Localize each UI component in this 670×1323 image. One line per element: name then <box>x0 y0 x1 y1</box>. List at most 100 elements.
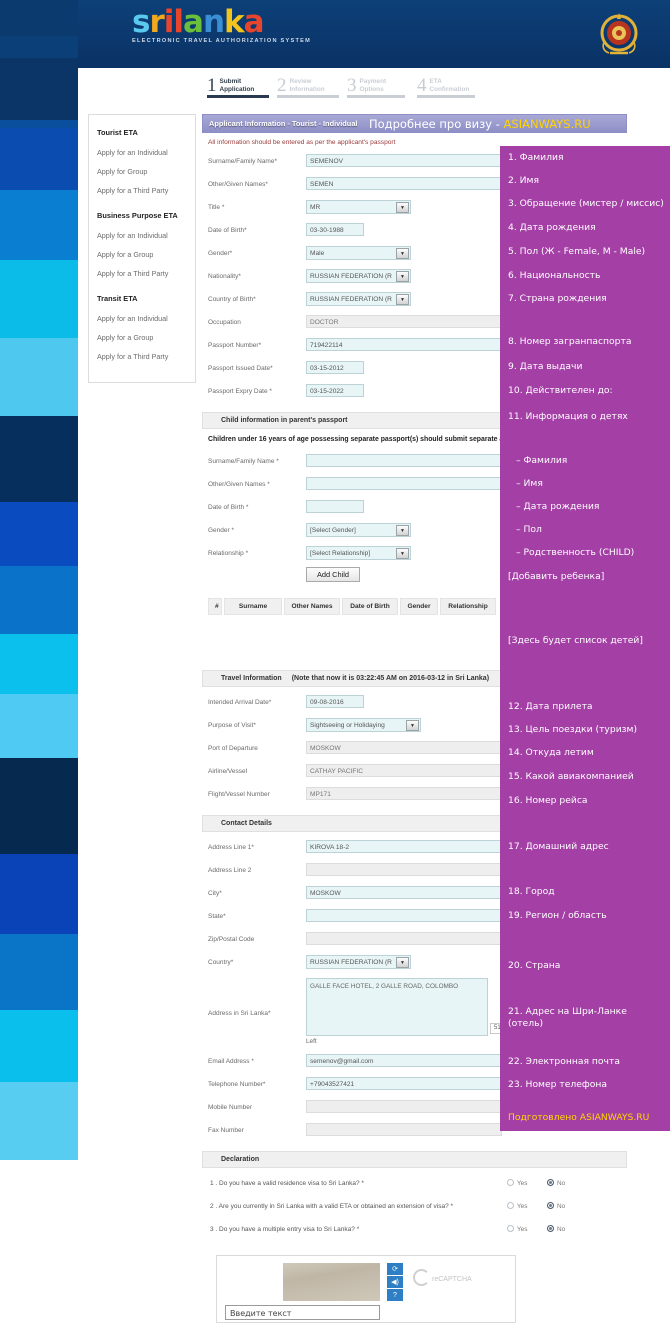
declaration-question: 3 . Do you have a multiple entry visa to… <box>210 1226 360 1233</box>
field-select[interactable]: [Select Relationship] ▼ <box>306 546 411 560</box>
field-input[interactable]: 03-15-2012 <box>306 361 364 374</box>
radio-yes[interactable]: Yes <box>507 1202 527 1210</box>
ru-banner-link[interactable]: Подробнее про визу - ASIANWAYS.RU <box>369 117 591 131</box>
add-child-button[interactable]: Add Child <box>306 567 360 582</box>
ru-annotation-item: 8. Номер загранпаспорта <box>508 336 632 347</box>
ru-annotation-item: [Здесь будет список детей] <box>508 635 643 646</box>
sidebar-link[interactable]: Apply for a Group <box>89 328 195 347</box>
field-input[interactable] <box>306 454 502 467</box>
ru-annotation-item: 17. Домашний адрес <box>508 841 609 852</box>
chevron-down-icon[interactable]: ▼ <box>396 525 409 536</box>
radio-no[interactable]: No <box>547 1202 565 1210</box>
recaptcha-ring-icon <box>413 1269 430 1286</box>
step-3[interactable]: 3 Payment Options <box>347 76 405 98</box>
declaration-row: 3 . Do you have a multiple entry visa to… <box>202 1220 627 1243</box>
step-2[interactable]: 2 Review Information <box>277 76 339 98</box>
field-label: Gender * <box>208 527 235 534</box>
chevron-down-icon[interactable]: ▼ <box>396 294 409 305</box>
field-input[interactable]: MOSKOW <box>306 886 502 899</box>
field-input[interactable]: semenov@gmail.com <box>306 1054 502 1067</box>
radio-no[interactable]: No <box>547 1179 565 1187</box>
stripe-band <box>0 58 78 120</box>
radio-label: No <box>557 1180 566 1187</box>
refresh-icon[interactable]: ⟳ <box>387 1263 403 1275</box>
sidebar-link[interactable]: Apply for a Third Party <box>89 264 195 283</box>
stripe-band <box>0 758 78 854</box>
captcha-input[interactable]: Введите текст <box>225 1305 380 1320</box>
field-input[interactable]: 03-15-2022 <box>306 384 364 397</box>
step-4[interactable]: 4 ETA Confirmation <box>417 76 475 98</box>
field-input[interactable] <box>306 477 502 490</box>
sidebar-link[interactable]: Apply for Group <box>89 162 195 181</box>
stripe-band <box>0 260 78 338</box>
chevron-down-icon[interactable]: ▼ <box>396 271 409 282</box>
field-input[interactable] <box>306 500 364 513</box>
sidebar-navigation: Tourist ETA Apply for an Individual Apply … <box>88 114 196 383</box>
field-label: Mobile Number <box>208 1104 253 1111</box>
sidebar-link[interactable]: Apply for an Individual <box>89 226 195 245</box>
field-input[interactable]: 719422114 <box>306 338 502 351</box>
chevron-down-icon[interactable]: ▼ <box>396 248 409 259</box>
ru-annotation-item: 20. Страна <box>508 960 561 971</box>
field-input[interactable]: SEMEN <box>306 177 502 190</box>
sidebar-link[interactable]: Apply for a Third Party <box>89 181 195 200</box>
sidebar-group-title: Transit ETA <box>97 294 138 303</box>
audio-icon[interactable]: ◀) <box>387 1276 403 1288</box>
recaptcha-label: reCAPTCHA <box>432 1276 472 1283</box>
field-input[interactable]: DOCTOR <box>306 315 502 328</box>
stripe-band <box>0 1010 78 1082</box>
sidebar-link[interactable]: Apply for a Group <box>89 245 195 264</box>
field-select[interactable]: RUSSIAN FEDERATION (R ▼ <box>306 269 411 283</box>
field-input[interactable] <box>306 1123 502 1136</box>
captcha-widget: 3324 ⟳ ◀) ? reCAPTCHA Введите текст <box>216 1255 516 1323</box>
field-label: Nationality* <box>208 273 241 280</box>
sidebar-link[interactable]: Apply for a Third Party <box>89 347 195 366</box>
field-select[interactable]: RUSSIAN FEDERATION (R ▼ <box>306 292 411 306</box>
sidebar-link[interactable]: Apply for an Individual <box>89 309 195 328</box>
travel-section-title: Travel Information <box>221 675 282 682</box>
field-select[interactable]: [Select Gender] ▼ <box>306 523 411 537</box>
field-select[interactable]: MR ▼ <box>306 200 411 214</box>
ru-annotation-item: [Добавить ребенка] <box>508 571 605 582</box>
ru-annotation-item: 15. Какой авиакомпанией <box>508 771 634 782</box>
field-input[interactable]: 09-08-2016 <box>306 695 364 708</box>
chevron-down-icon[interactable]: ▼ <box>396 548 409 559</box>
ru-annotation-item: (отель) <box>508 1018 544 1029</box>
ru-annotation-item: 3. Обращение (мистер / миссис) <box>508 198 664 209</box>
radio-no[interactable]: No <box>547 1225 565 1233</box>
field-input[interactable]: MP171 <box>306 787 502 800</box>
field-label: Telephone Number* <box>208 1081 266 1088</box>
field-input[interactable] <box>306 909 502 922</box>
field-input[interactable]: MOSKOW <box>306 741 502 754</box>
field-select[interactable]: Male ▼ <box>306 246 411 260</box>
field-label: City* <box>208 890 222 897</box>
brand-letter: k <box>224 4 245 40</box>
radio-yes[interactable]: Yes <box>507 1225 527 1233</box>
russian-annotation-panel: Подготовлено ASIANWAYS.RU 1. Фамилия 2. И… <box>500 146 670 1131</box>
panel-header: Applicant Information - Tourist - Indivi… <box>202 114 627 133</box>
field-input[interactable] <box>306 863 502 876</box>
field-input[interactable]: CATHAY PACIFIC <box>306 764 502 777</box>
field-input[interactable]: SEMENOV <box>306 154 502 167</box>
field-input[interactable] <box>306 1100 502 1113</box>
field-input[interactable]: KIROVA 18-2 <box>306 840 502 853</box>
radio-yes[interactable]: Yes <box>507 1179 527 1187</box>
step-label: ETA Confirmation <box>429 78 470 93</box>
help-icon[interactable]: ? <box>387 1289 403 1301</box>
radio-dot <box>547 1202 554 1209</box>
sri-lanka-logo: srilanka ELECTRONIC TRAVEL AUTHORIZATION… <box>132 4 311 45</box>
chevron-down-icon[interactable]: ▼ <box>396 957 409 968</box>
field-input[interactable]: +79043527421 <box>306 1077 502 1090</box>
chevron-down-icon[interactable]: ▼ <box>406 720 419 731</box>
srilanka-address-textarea[interactable]: GALLE FACE HOTEL, 2 GALLE ROAD, COLOMBO <box>306 978 488 1036</box>
ru-annotation-item: 13. Цель поездки (туризм) <box>508 724 638 735</box>
ru-banner-site: ASIANWAYS.RU <box>503 117 591 131</box>
field-select[interactable]: Sightseeing or Holidaying ▼ <box>306 718 421 732</box>
chevron-down-icon[interactable]: ▼ <box>396 202 409 213</box>
field-input[interactable] <box>306 932 502 945</box>
step-1[interactable]: 1 Submit Application <box>207 76 269 98</box>
site-header: srilanka ELECTRONIC TRAVEL AUTHORIZATION… <box>78 0 670 68</box>
sidebar-link[interactable]: Apply for an Individual <box>89 143 195 162</box>
field-select[interactable]: RUSSIAN FEDERATION (R ▼ <box>306 955 411 969</box>
field-input[interactable]: 03-30-1988 <box>306 223 364 236</box>
